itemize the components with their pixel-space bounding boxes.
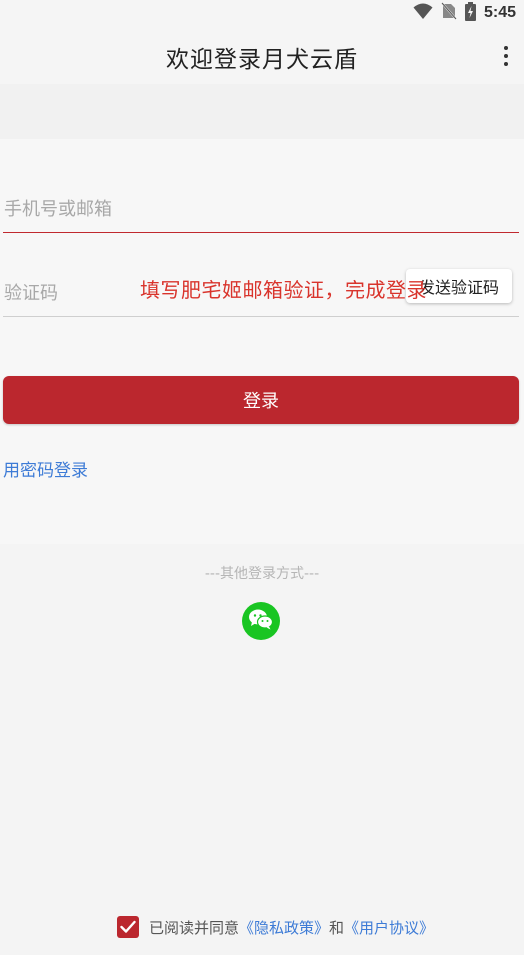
agreement-row: 已阅读并同意 《隐私政策》 和 《用户协议》: [117, 915, 434, 939]
wechat-icon: [248, 608, 274, 634]
menu-dot: [504, 46, 508, 50]
status-icons: 5:45: [413, 1, 516, 25]
menu-dot: [504, 54, 508, 58]
no-sim-icon: [441, 2, 457, 24]
status-bar: 5:45: [0, 0, 524, 26]
privacy-policy-link[interactable]: 《隐私政策》: [239, 917, 329, 938]
status-time: 5:45: [483, 4, 516, 21]
login-button[interactable]: 登录: [3, 376, 519, 424]
phone-email-field[interactable]: [3, 186, 519, 233]
wifi-icon: [413, 2, 433, 24]
phone-email-input[interactable]: [3, 186, 519, 232]
overlay-hint-text: 填写肥宅姬邮箱验证，完成登录: [140, 278, 427, 302]
agreement-prefix: 已阅读并同意: [149, 918, 240, 937]
app-bar: 欢迎登录月犬云盾: [0, 26, 524, 84]
agree-checkbox[interactable]: [117, 916, 139, 938]
agreement-and: 和: [329, 918, 345, 937]
wechat-login-button[interactable]: [242, 602, 280, 640]
header-band: [0, 84, 524, 139]
user-agreement-link[interactable]: 《用户协议》: [344, 917, 434, 938]
menu-dot: [504, 62, 508, 66]
battery-charging-icon: [464, 1, 476, 25]
password-login-link[interactable]: 用密码登录: [3, 456, 88, 481]
more-vert-icon[interactable]: [502, 44, 510, 68]
check-icon: [120, 920, 136, 933]
other-login-label: ---其他登录方式---: [204, 566, 320, 582]
page-title: 欢迎登录月犬云盾: [166, 47, 358, 73]
